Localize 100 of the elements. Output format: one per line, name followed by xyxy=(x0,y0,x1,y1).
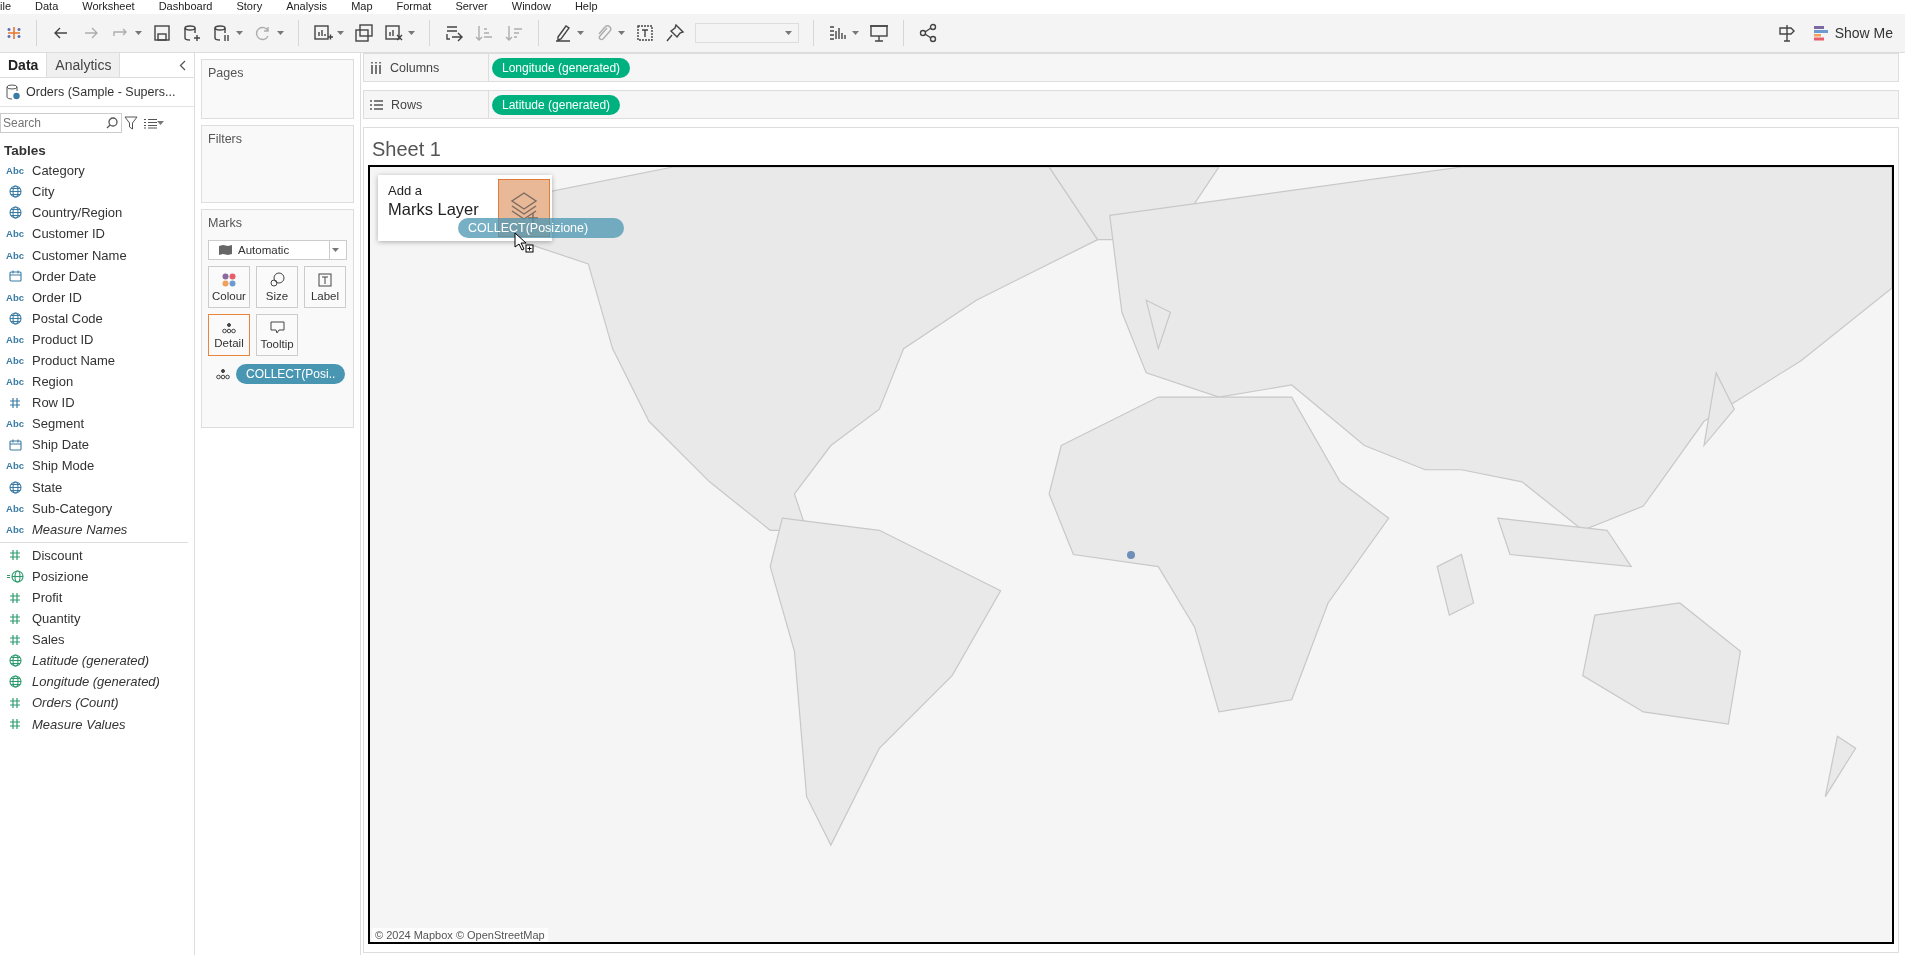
string-type-icon: Abc xyxy=(6,355,24,366)
field-name[interactable]: Profit xyxy=(32,590,63,605)
pages-card-title: Pages xyxy=(208,66,245,80)
caret-icon[interactable] xyxy=(236,31,243,35)
field-name[interactable]: Customer ID xyxy=(32,226,105,242)
field-name[interactable]: Postal Code xyxy=(32,310,103,326)
field-name[interactable]: City xyxy=(32,184,55,200)
field-name[interactable]: Customer Name xyxy=(32,247,127,263)
globe-icon xyxy=(8,675,22,689)
data-source-name[interactable]: Orders (Sample - Supers... xyxy=(26,85,176,99)
menu-item[interactable]: Format xyxy=(396,0,432,14)
menu-item[interactable]: ile xyxy=(0,0,11,14)
menu-item[interactable]: Help xyxy=(574,0,598,14)
field-name[interactable]: Posizione xyxy=(32,568,89,584)
save-icon[interactable] xyxy=(152,23,172,43)
menu-item[interactable]: Window xyxy=(511,0,551,14)
number-type-icon xyxy=(9,612,21,625)
new-worksheet-icon[interactable] xyxy=(313,23,333,43)
caret-icon[interactable] xyxy=(408,31,415,35)
collapse-chevron-icon[interactable] xyxy=(179,59,186,71)
data-point[interactable] xyxy=(1127,550,1135,559)
colour-dots-icon xyxy=(222,272,236,287)
calendar-icon xyxy=(8,270,22,283)
share-icon[interactable] xyxy=(918,23,938,43)
field-name[interactable]: Product ID xyxy=(32,331,94,347)
linked-globe-icon xyxy=(6,569,24,583)
field-name[interactable]: Sub-Category xyxy=(32,500,113,516)
number-type-icon xyxy=(9,718,21,731)
field-name[interactable]: State xyxy=(32,479,63,495)
caret-icon[interactable] xyxy=(331,248,339,252)
caret-icon[interactable] xyxy=(618,31,625,35)
presentation-icon[interactable] xyxy=(869,23,889,43)
menu-item[interactable]: Map xyxy=(351,0,373,14)
pin-icon[interactable] xyxy=(665,23,685,43)
field-name[interactable]: Orders (Count) xyxy=(32,695,119,711)
field-name[interactable]: Longitude (generated) xyxy=(32,674,160,690)
field-name[interactable]: Product Name xyxy=(32,353,116,368)
signpost-icon[interactable] xyxy=(1776,23,1797,43)
caret-icon[interactable] xyxy=(577,31,584,35)
menu-item[interactable]: Data xyxy=(35,0,59,14)
size-circles-icon xyxy=(269,272,285,287)
field-name[interactable]: Discount xyxy=(32,547,83,563)
pane-tab[interactable]: Analytics xyxy=(47,53,121,77)
shelf-label: Columns xyxy=(390,60,440,75)
map-attribution: © 2024 Mapbox © OpenStreetMap xyxy=(372,928,548,942)
field-name[interactable]: Order Date xyxy=(32,268,97,284)
field-name[interactable]: Region xyxy=(32,374,74,390)
dropdown-field[interactable] xyxy=(695,23,799,43)
field-name[interactable]: Latitude (generated) xyxy=(32,653,150,669)
data-source-icon xyxy=(6,84,20,100)
caret-icon[interactable] xyxy=(157,121,164,125)
pause-data-icon[interactable] xyxy=(212,23,232,43)
tables-heading: Tables xyxy=(3,142,47,160)
caret-icon[interactable] xyxy=(277,31,284,35)
field-name[interactable]: Quantity xyxy=(32,611,81,627)
number-type-icon xyxy=(9,591,21,604)
filter-icon[interactable] xyxy=(124,116,138,130)
pen-icon[interactable] xyxy=(553,23,573,43)
text-box-icon[interactable] xyxy=(635,23,655,43)
field-name[interactable]: Order ID xyxy=(32,289,82,305)
detail-dots-icon xyxy=(222,321,236,334)
caret-icon[interactable] xyxy=(785,31,792,35)
marks-property-button[interactable]: Size xyxy=(256,266,298,308)
menu-item[interactable]: Worksheet xyxy=(82,0,135,14)
fit-view-icon[interactable] xyxy=(828,23,848,43)
caret-icon[interactable] xyxy=(852,31,859,35)
field-name[interactable]: Ship Date xyxy=(32,437,90,453)
string-type-icon: Abc xyxy=(6,249,24,261)
field-name[interactable]: Measure Names xyxy=(32,521,128,537)
caret-icon[interactable] xyxy=(135,31,142,35)
string-type-icon: Abc xyxy=(6,418,24,430)
field-name[interactable]: Measure Values xyxy=(32,716,126,732)
swap-icon[interactable] xyxy=(444,23,464,43)
marks-property-button[interactable]: Tooltip xyxy=(256,314,298,356)
show-me-button[interactable]: Show Me xyxy=(1806,23,1899,43)
clear-sheet-icon[interactable] xyxy=(384,23,404,43)
menu-item[interactable]: Story xyxy=(236,0,263,14)
menu-item[interactable]: Server xyxy=(455,0,488,14)
globe-icon xyxy=(8,654,22,668)
globe-icon xyxy=(8,185,22,199)
menu-item[interactable]: Dashboard xyxy=(158,0,213,14)
marks-property-button[interactable]: Label xyxy=(304,266,346,308)
field-name[interactable]: Row ID xyxy=(32,395,75,411)
field-name[interactable]: Segment xyxy=(32,416,85,432)
logo-icon[interactable] xyxy=(6,25,22,41)
duplicate-sheet-icon[interactable] xyxy=(354,23,374,43)
mark-type-dropdown[interactable]: Automatic xyxy=(208,240,347,260)
menu-item[interactable]: Analysis xyxy=(286,0,328,14)
new-data-source-icon[interactable] xyxy=(182,23,202,43)
field-name[interactable]: Country/Region xyxy=(32,205,123,221)
field-name[interactable]: Category xyxy=(32,163,85,179)
speech-bubble-icon xyxy=(269,320,285,335)
text-label-icon xyxy=(318,272,332,287)
search-field[interactable]: Search xyxy=(0,113,122,133)
caret-icon[interactable] xyxy=(337,31,344,35)
field-name[interactable]: Sales xyxy=(32,632,65,648)
marks-property-button[interactable]: Detail xyxy=(208,314,250,356)
field-name[interactable]: Ship Mode xyxy=(32,458,95,474)
marks-property-button[interactable]: Colour xyxy=(208,266,250,308)
list-view-icon[interactable] xyxy=(144,117,157,129)
